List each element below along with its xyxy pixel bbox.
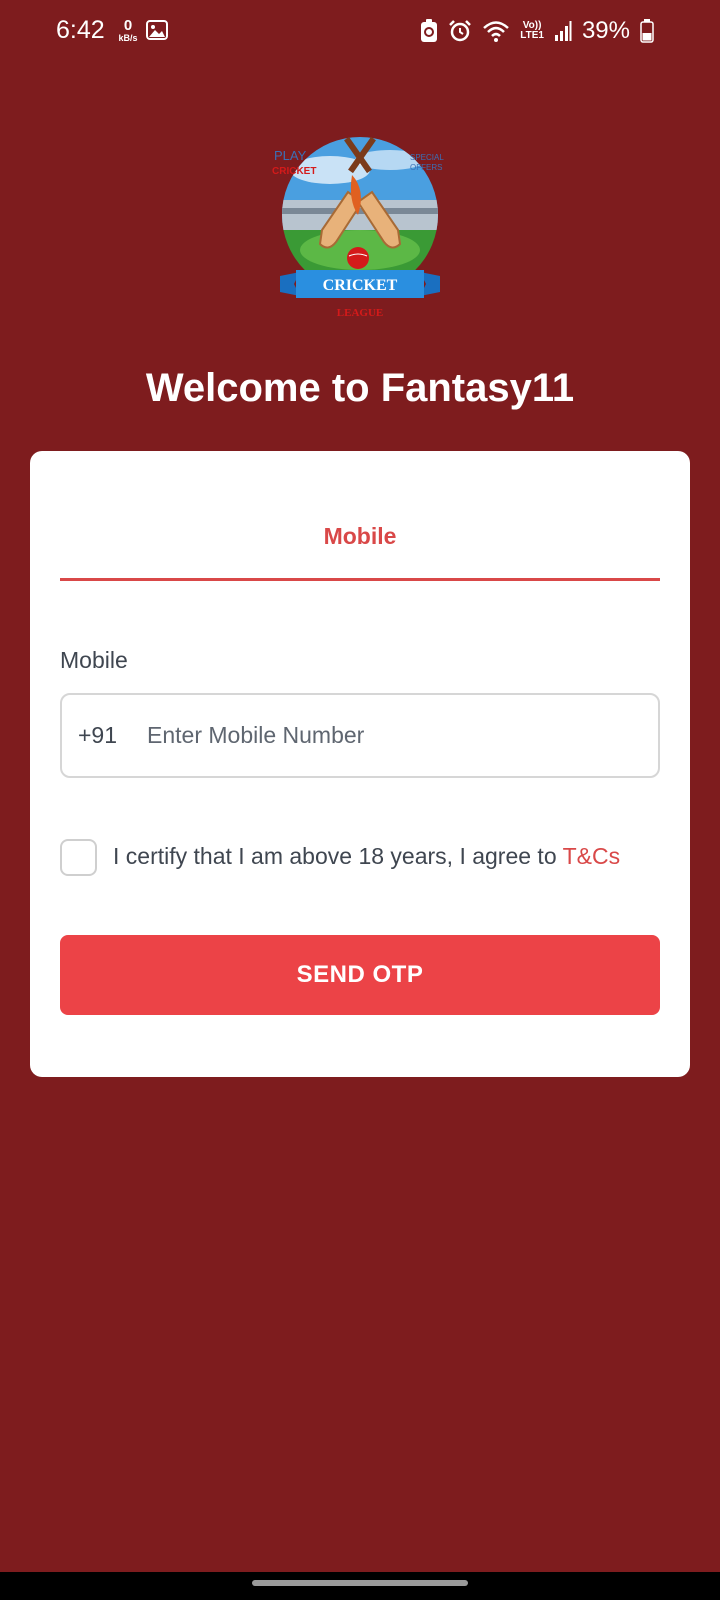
alarm-icon: [448, 19, 472, 43]
wifi-icon: [482, 19, 510, 43]
status-icons: Vo)) LTE1 39%: [420, 14, 654, 48]
app-logo: PLAY CRICKET SPECIAL OFFERS CRICKET LEAG…: [270, 130, 450, 330]
age-consent-checkbox[interactable]: [60, 839, 97, 876]
mobile-label: Mobile: [60, 647, 128, 673]
status-bar: 6:42 0 kB/s Vo)) LTE1 39%: [0, 0, 720, 64]
logo-text-cricket: CRICKET: [272, 166, 316, 177]
volte-line2: LTE1: [520, 30, 544, 41]
signal-icon: [554, 20, 572, 42]
network-speed: 0 kB/s: [116, 18, 140, 43]
certify-text: I certify that I am above 18 years, I ag…: [113, 843, 620, 870]
volte-indicator: Vo)) LTE1: [520, 21, 544, 41]
send-otp-button[interactable]: SEND OTP: [60, 935, 660, 1015]
status-time: 6:42: [56, 16, 105, 44]
gallery-icon: [146, 20, 168, 45]
logo-text-offers: OFFERS: [410, 163, 442, 172]
tab-mobile[interactable]: Mobile: [60, 517, 660, 581]
logo-banner-text: CRICKET: [323, 277, 398, 294]
country-code: +91: [78, 722, 118, 748]
logo-text-special: SPECIAL: [410, 153, 444, 162]
navigation-bar: [0, 1572, 720, 1600]
logo-text-play: PLAY: [274, 148, 307, 163]
welcome-title: Welcome to Fantasy11: [145, 366, 575, 410]
battery-icon: [640, 19, 654, 43]
certify-statement: I certify that I am above 18 years, I ag…: [113, 843, 563, 869]
network-speed-value: 0: [123, 17, 133, 34]
screen-record-icon: [420, 19, 438, 43]
logo-banner-sub: LEAGUE: [337, 307, 383, 319]
home-gesture-handle[interactable]: [252, 1580, 468, 1586]
mobile-number-input[interactable]: [147, 722, 608, 749]
network-speed-unit: kB/s: [118, 33, 138, 43]
terms-link[interactable]: T&Cs: [563, 843, 621, 869]
login-card: Mobile Mobile +91 I certify that I am ab…: [30, 451, 690, 1077]
battery-percent: 39%: [581, 17, 630, 44]
mobile-input-container[interactable]: +91: [60, 693, 660, 778]
